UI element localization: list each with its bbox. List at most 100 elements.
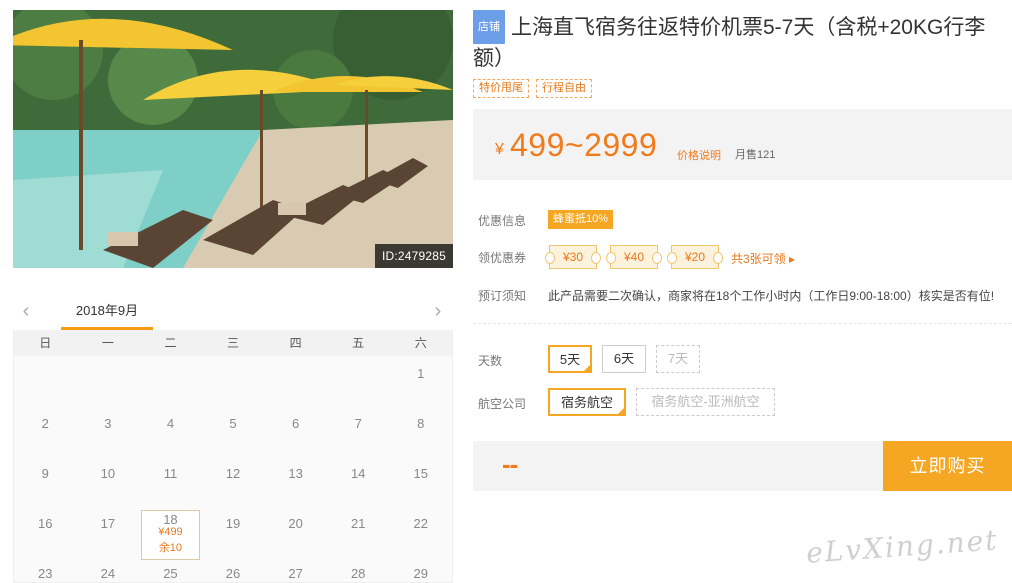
weekday-label: 三: [227, 336, 240, 350]
calendar-empty-cell: [202, 356, 265, 406]
weekday-label: 四: [289, 336, 302, 350]
calendar-empty-cell: [14, 356, 77, 406]
day-number: 4: [166, 416, 175, 431]
calendar-week-row: 9 10 11 12 13 14 15: [14, 456, 452, 506]
calendar-day[interactable]: 29: [389, 556, 452, 583]
weekday-label: 六: [414, 336, 427, 350]
calendar-weekday-row: 日 一 二 三 四 五 六: [14, 330, 452, 356]
calendar-day[interactable]: 21: [327, 506, 390, 556]
product-title: 店铺 上海直飞宿务往返特价机票5-7天（含税+20KG行李额）: [473, 10, 1003, 74]
price-range: 499~2999: [510, 127, 658, 163]
calendar-day[interactable]: 28: [327, 556, 390, 583]
product-title-block: 店铺 上海直飞宿务往返特价机票5-7天（含税+20KG行李额）: [473, 10, 1003, 74]
weekday-label: 五: [352, 336, 365, 350]
day-number: 11: [163, 466, 178, 481]
calendar-day[interactable]: 19: [202, 506, 265, 556]
day-number: 1: [417, 366, 425, 381]
calendar-month-tab[interactable]: 2018年9月: [61, 300, 153, 330]
day-number: 5: [229, 416, 237, 431]
calendar-day[interactable]: 12: [202, 456, 265, 506]
offers-label: 优惠信息: [478, 214, 527, 228]
day-number: 23: [38, 566, 53, 581]
day-number: 24: [100, 566, 116, 581]
airline-option-cebu[interactable]: 宿务航空: [548, 388, 626, 416]
calendar-day[interactable]: 16: [14, 506, 77, 556]
day-number: 19: [225, 516, 241, 531]
calendar-day[interactable]: 24: [77, 556, 140, 583]
calendar-grid: 日 一 二 三 四 五 六 1 2 3 4 5 6 7 8 9 10 11 12 13 14 15 16 17 1…: [13, 330, 453, 583]
coupon-total-link[interactable]: 共3张可领 ▸: [731, 250, 795, 267]
day-number: 20: [288, 516, 303, 531]
calendar-day[interactable]: 11: [139, 456, 202, 506]
calendar-day[interactable]: 1: [389, 356, 452, 406]
calendar-day[interactable]: 25: [139, 556, 202, 583]
honey-discount-badge: 蜂蜜抵10%: [548, 210, 614, 229]
calendar-day[interactable]: 14: [327, 456, 390, 506]
calendar-day[interactable]: 3: [77, 406, 140, 456]
calendar-day[interactable]: 20: [264, 506, 327, 556]
day-number: 28: [350, 566, 366, 581]
calendar-day[interactable]: 26: [202, 556, 265, 583]
calendar-day[interactable]: 2: [14, 406, 77, 456]
calendar-empty-cell: [139, 356, 202, 406]
days-option-6[interactable]: 6天: [602, 345, 646, 373]
calendar-empty-cell: [327, 356, 390, 406]
price-explain-link[interactable]: 价格说明: [677, 147, 721, 163]
monthly-sales: 月售121: [735, 149, 776, 161]
calendar-day[interactable]: 10: [77, 456, 140, 506]
booking-notice-text: 此产品需要二次确认，商家将在18个工作小时内（工作日9:00-18:00）核实是…: [548, 289, 995, 303]
beach-umbrellas-image: [13, 10, 453, 268]
day-number: 7: [354, 416, 362, 431]
prev-month-icon[interactable]: ‹: [17, 300, 35, 322]
coupon-20[interactable]: ¥20: [667, 245, 723, 269]
coupon-40[interactable]: ¥40: [606, 245, 662, 269]
day-number: 16: [38, 516, 53, 531]
calendar-day[interactable]: 27: [264, 556, 327, 583]
calendar-day[interactable]: 5: [202, 406, 265, 456]
calendar-week-row: 2 3 4 5 6 7 8: [14, 406, 452, 456]
buy-now-button[interactable]: 立即购买: [883, 441, 1012, 491]
calendar-week-row: 1: [14, 356, 452, 406]
day-price: ¥499: [158, 526, 183, 538]
shop-badge[interactable]: 店铺: [473, 10, 505, 44]
days-label: 天数: [478, 354, 503, 368]
day-number: 3: [104, 416, 112, 431]
weekday-label: 一: [101, 336, 114, 350]
day-number: 13: [288, 466, 303, 481]
calendar-day-available[interactable]: 18 ¥499 余10: [139, 506, 202, 560]
calendar-day[interactable]: 8: [389, 406, 452, 456]
calendar-day[interactable]: 9: [14, 456, 77, 506]
day-number: 8: [417, 416, 425, 431]
day-number: 12: [225, 466, 241, 481]
section-divider: [473, 323, 1012, 324]
airline-label: 航空公司: [478, 397, 527, 411]
calendar-day[interactable]: 7: [327, 406, 390, 456]
calendar-week-row: 16 17 18 ¥499 余10 19 20 21 22: [14, 506, 452, 560]
price-box: ¥ 499~2999 价格说明 月售121: [473, 109, 1012, 180]
product-tags: 特价甩尾 行程自由: [473, 79, 592, 98]
coupon-30[interactable]: ¥30: [545, 245, 601, 269]
calendar-day[interactable]: 4: [139, 406, 202, 456]
day-number: 27: [288, 566, 303, 581]
airline-option-cebu-airasia[interactable]: 宿务航空-亚洲航空: [636, 388, 775, 416]
calendar-week-row: 23 24 25 26 27 28 29: [14, 556, 452, 583]
next-month-icon[interactable]: ›: [429, 300, 447, 322]
days-option-5[interactable]: 5天: [548, 345, 592, 373]
day-number: 15: [413, 466, 428, 481]
watermark-logo: eLvXing.net: [805, 523, 1000, 570]
coupon-label: 领优惠券: [478, 251, 527, 265]
day-number: 26: [225, 566, 241, 581]
calendar-day[interactable]: 13: [264, 456, 327, 506]
calendar-day[interactable]: 23: [14, 556, 77, 583]
day-number: 6: [291, 416, 300, 431]
calendar-day[interactable]: 15: [389, 456, 452, 506]
notice-label: 预订须知: [478, 289, 527, 303]
day-stock: 余10: [158, 542, 183, 554]
day-number: 17: [100, 516, 116, 531]
days-option-7[interactable]: 7天: [656, 345, 700, 373]
calendar-day[interactable]: 22: [389, 506, 452, 556]
calendar-day[interactable]: 17: [77, 506, 140, 556]
weekday-label: 二: [164, 336, 177, 350]
calendar-day[interactable]: 6: [264, 406, 327, 456]
day-number: 9: [41, 466, 49, 481]
